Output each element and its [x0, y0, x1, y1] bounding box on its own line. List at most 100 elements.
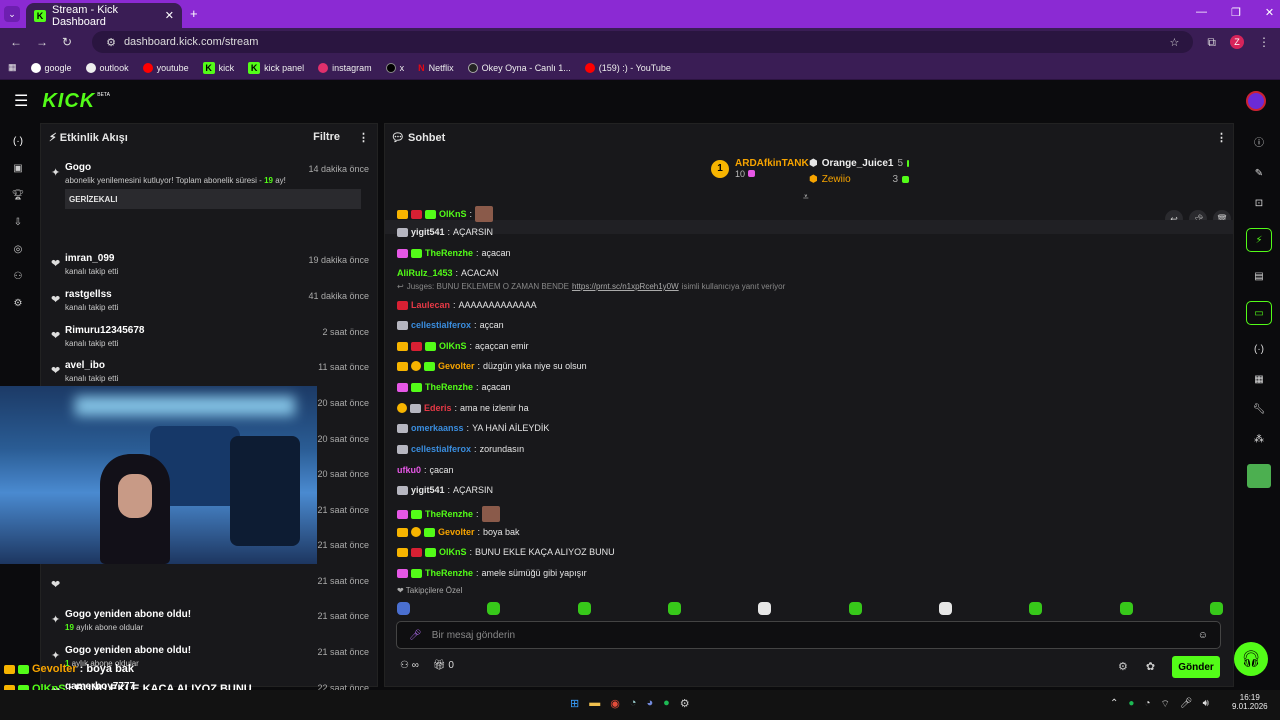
trophy-icon[interactable]: 🏆︎: [12, 190, 25, 201]
mod-icon[interactable]: ▦: [1254, 374, 1263, 385]
chat-settings-icon[interactable]: ⚙: [1118, 660, 1128, 673]
windows-start-icon[interactable]: ⊞: [570, 697, 579, 710]
reload-icon[interactable]: ↻: [62, 35, 72, 49]
emote-icon[interactable]: [397, 602, 410, 615]
bookmark-star-icon[interactable]: ☆: [1170, 36, 1180, 49]
emote-icon[interactable]: [1119, 602, 1133, 615]
emote-icon[interactable]: [938, 602, 952, 615]
chat-username[interactable]: yigit541: [411, 485, 445, 495]
activity-item[interactable]: ❤ 21 saat önce: [41, 574, 377, 591]
chat-menu-icon[interactable]: ⋮: [1216, 131, 1227, 144]
support-headset-button[interactable]: 🎧︎: [1234, 642, 1268, 676]
reply-link[interactable]: https://prnt.sc/n1xpRceh1y0W: [572, 282, 679, 291]
info-icon[interactable]: ⓘ: [1254, 134, 1264, 149]
kick-logo[interactable]: KICK: [42, 90, 95, 113]
url-field[interactable]: ⚙ dashboard.kick.com/stream ☆: [92, 31, 1194, 53]
chat-message[interactable]: yigit541: AÇARSIN: [397, 227, 493, 237]
emote-icon[interactable]: [1209, 602, 1223, 615]
chat-username[interactable]: Laulecan: [411, 300, 450, 310]
maximize-icon[interactable]: ❐: [1231, 6, 1241, 19]
chat-username[interactable]: Gevolter: [438, 361, 475, 371]
tray-chevron-icon[interactable]: ⌃: [1110, 698, 1118, 711]
bookmark-okey[interactable]: Okey Oyna - Canlı 1...: [467, 62, 571, 73]
community-icon[interactable]: ⁂: [1254, 434, 1264, 445]
chat-message[interactable]: AliRulz_1453: ACACAN: [397, 268, 499, 278]
user-avatar[interactable]: [1246, 91, 1266, 111]
chat-username[interactable]: omerkaanss: [411, 423, 464, 433]
chat-username[interactable]: ufku0: [397, 465, 421, 475]
broadcast-icon[interactable]: (·): [13, 136, 23, 147]
minimize-icon[interactable]: —: [1196, 6, 1207, 19]
emote-icon[interactable]: [758, 602, 772, 615]
leaderboard-first[interactable]: 1 ARDAfkinTANK 10: [711, 158, 809, 179]
tab-search-button[interactable]: ⌄: [4, 6, 20, 22]
hamburger-menu-icon[interactable]: ☰: [14, 91, 28, 111]
profile-avatar[interactable]: Z: [1230, 35, 1244, 49]
chat-username[interactable]: OlKnS: [439, 547, 467, 557]
activity-item[interactable]: ❤ avel_ibo kanalı takip etti 11 saat önc…: [41, 360, 377, 383]
notes-icon[interactable]: ▤: [1254, 271, 1263, 282]
forward-icon[interactable]: →: [36, 35, 48, 49]
bookmark-youtube-159[interactable]: (159) :) - YouTube: [584, 62, 671, 73]
chat-username[interactable]: cellestialferox: [411, 444, 471, 454]
bookmark-google[interactable]: google: [30, 62, 72, 73]
quick-actions-icon[interactable]: ⚡︎: [1246, 228, 1272, 252]
sticker-icon[interactable]: ✿: [1146, 660, 1155, 673]
chat-username[interactable]: OlKnS: [439, 209, 467, 219]
chat-message[interactable]: TheRenzhe: amele sümüğü gibi yapışır: [397, 568, 587, 578]
browser-tab[interactable]: K Stream - Kick Dashboard ✕: [26, 3, 182, 28]
chat-message[interactable]: Gevolter: boya bak: [397, 527, 520, 537]
users-icon[interactable]: ⚇: [14, 271, 23, 282]
collapse-leaderboard-icon[interactable]: ⩡: [803, 192, 809, 203]
chat-username[interactable]: AliRulz_1453: [397, 268, 453, 278]
chat-username[interactable]: OlKnS: [439, 341, 467, 351]
send-button[interactable]: Gönder: [1172, 656, 1220, 678]
chat-message[interactable]: cellestialferox: zorundasın: [397, 444, 524, 454]
emoji-icon[interactable]: ☺: [1198, 630, 1208, 641]
emote-icon[interactable]: [1029, 602, 1043, 615]
emote-icon[interactable]: [577, 602, 591, 615]
filter-button[interactable]: Filtre: [313, 131, 340, 144]
chrome-icon[interactable]: ◉: [610, 697, 620, 710]
target-icon[interactable]: ◎: [14, 244, 23, 255]
activity-item[interactable]: ✦ Gogo abonelik yenilemesini kutluyor! T…: [41, 162, 377, 209]
chat-message[interactable]: TheRenzhe:: [397, 506, 500, 522]
bookmark-netflix[interactable]: N Netflix: [418, 63, 454, 73]
chat-username[interactable]: TheRenzhe: [425, 382, 473, 392]
chat-message[interactable]: OlKnS: açaçcan emir: [397, 341, 529, 351]
chat-username[interactable]: Gevolter: [438, 527, 475, 537]
chat-message[interactable]: OlKnS:: [397, 206, 494, 222]
chat-message[interactable]: TheRenzhe: açacan: [397, 382, 511, 392]
activity-item[interactable]: ❤ imran_099 kanalı takip etti 19 dakika …: [41, 253, 377, 276]
site-info-icon[interactable]: ⚙: [106, 36, 116, 49]
chat-message[interactable]: TheRenzhe: açacan: [397, 248, 511, 258]
emote-icon[interactable]: [667, 602, 681, 615]
broadcast-icon[interactable]: (·): [1254, 344, 1264, 355]
chat-username[interactable]: TheRenzhe: [425, 568, 473, 578]
chat-username[interactable]: cellestialferox: [411, 320, 471, 330]
capture-icon[interactable]: ⊡: [1255, 198, 1263, 209]
bookmark-instagram[interactable]: instagram: [318, 62, 372, 73]
volume-icon[interactable]: 🔊︎: [1203, 698, 1209, 711]
emote-icon[interactable]: [487, 602, 501, 615]
wrench-icon[interactable]: 🔧︎: [1253, 404, 1266, 415]
back-icon[interactable]: ←: [10, 35, 22, 49]
chat-username[interactable]: yigit541: [411, 227, 445, 237]
close-window-icon[interactable]: ✕: [1265, 6, 1274, 19]
chat-message[interactable]: Laulecan: AAAAAAAAAAAAA: [397, 300, 537, 310]
mic-icon[interactable]: 🎤︎: [409, 630, 422, 641]
app-icon[interactable]: ⚙: [680, 697, 690, 710]
new-tab-button[interactable]: +: [190, 6, 198, 21]
chat-input[interactable]: 🎤︎ Bir mesaj gönderin ☺: [396, 621, 1221, 649]
steam-icon[interactable]: ◔: [630, 697, 637, 710]
gift-box-icon[interactable]: 🎁︎ 0: [433, 660, 454, 671]
bookmark-kick[interactable]: Kkick: [202, 61, 234, 74]
users-infinity-icon[interactable]: ⚇ ∞: [400, 660, 419, 671]
activity-menu-icon[interactable]: ⋮: [358, 131, 369, 144]
clock[interactable]: 16:19 9.01.2026: [1232, 693, 1268, 711]
network-icon[interactable]: ⌔: [1160, 698, 1169, 711]
apps-grid-icon[interactable]: ▦: [8, 62, 17, 73]
leaderboard-others[interactable]: ⬢ Orange_Juice1 5 ⬢ Zewiio 3: [809, 158, 909, 185]
chat-message[interactable]: Ederis: ama ne izlenir ha: [397, 403, 529, 413]
bookmark-youtube[interactable]: youtube: [142, 62, 189, 73]
